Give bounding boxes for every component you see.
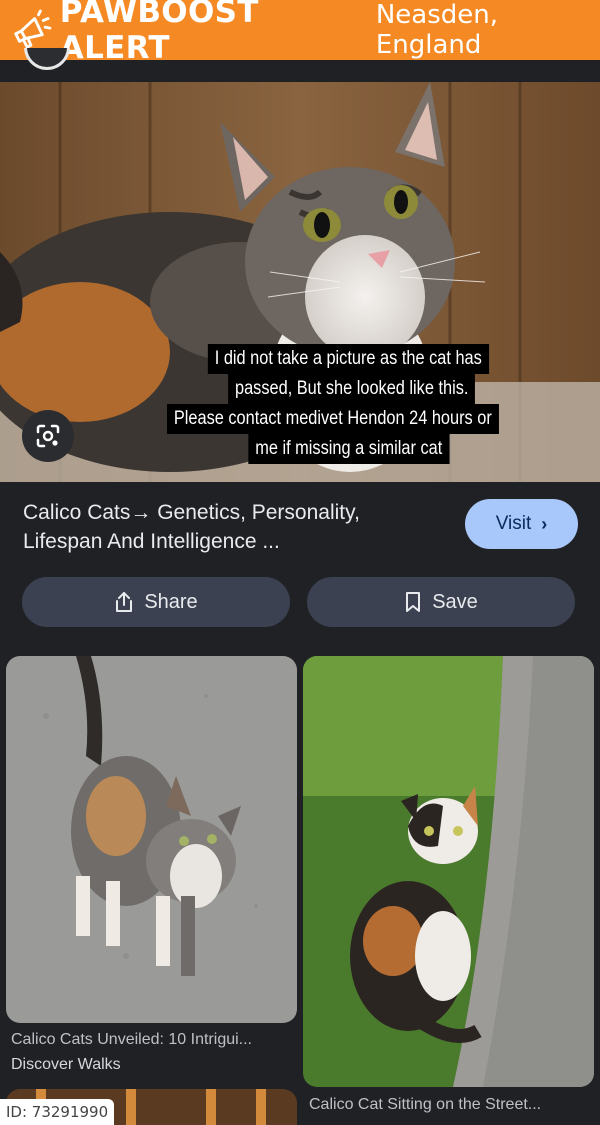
share-button[interactable]: Share — [22, 577, 290, 627]
alert-banner: PAWBOOST ALERT Neasden, England — [0, 0, 600, 66]
chevron-right-icon: › — [541, 513, 548, 534]
lens-search-icon — [36, 424, 60, 448]
save-button[interactable]: Save — [307, 577, 575, 627]
caption-line-3: Please contact medivet Hendon 24 hours o… — [166, 404, 499, 434]
share-label: Share — [144, 590, 198, 613]
visit-button[interactable]: Visit › — [465, 499, 578, 549]
listing-id: ID: 73291990 — [0, 1099, 115, 1125]
avatar[interactable] — [24, 48, 70, 70]
caption-line-4: me if missing a similar cat — [248, 434, 450, 464]
related-title-1[interactable]: Calico Cats Unveiled: 10 Intrigui... — [11, 1031, 252, 1049]
caption-line-1: I did not take a picture as the cat has — [207, 344, 489, 374]
related-image-2[interactable] — [303, 656, 594, 1087]
share-icon — [116, 592, 133, 612]
result-title[interactable]: Calico Cats→ Genetics, Personality, Life… — [23, 498, 443, 556]
bookmark-icon — [406, 592, 421, 612]
brand-name: PAWBOOST ALERT — [59, 0, 259, 66]
related-title-2[interactable]: Calico Cat Sitting on the Street... — [309, 1096, 541, 1114]
alert-location: Neasden, England — [375, 0, 498, 60]
related-source-1: Discover Walks — [11, 1056, 121, 1073]
save-label: Save — [432, 590, 478, 613]
visit-label: Visit — [495, 513, 532, 534]
lens-search-button[interactable] — [22, 410, 74, 462]
main-cat-image[interactable]: I did not take a picture as the cat has … — [0, 82, 600, 482]
related-image-1[interactable] — [6, 656, 297, 1023]
megaphone-icon — [14, 9, 52, 49]
caption-line-2: passed, But she looked like this. — [228, 374, 476, 404]
